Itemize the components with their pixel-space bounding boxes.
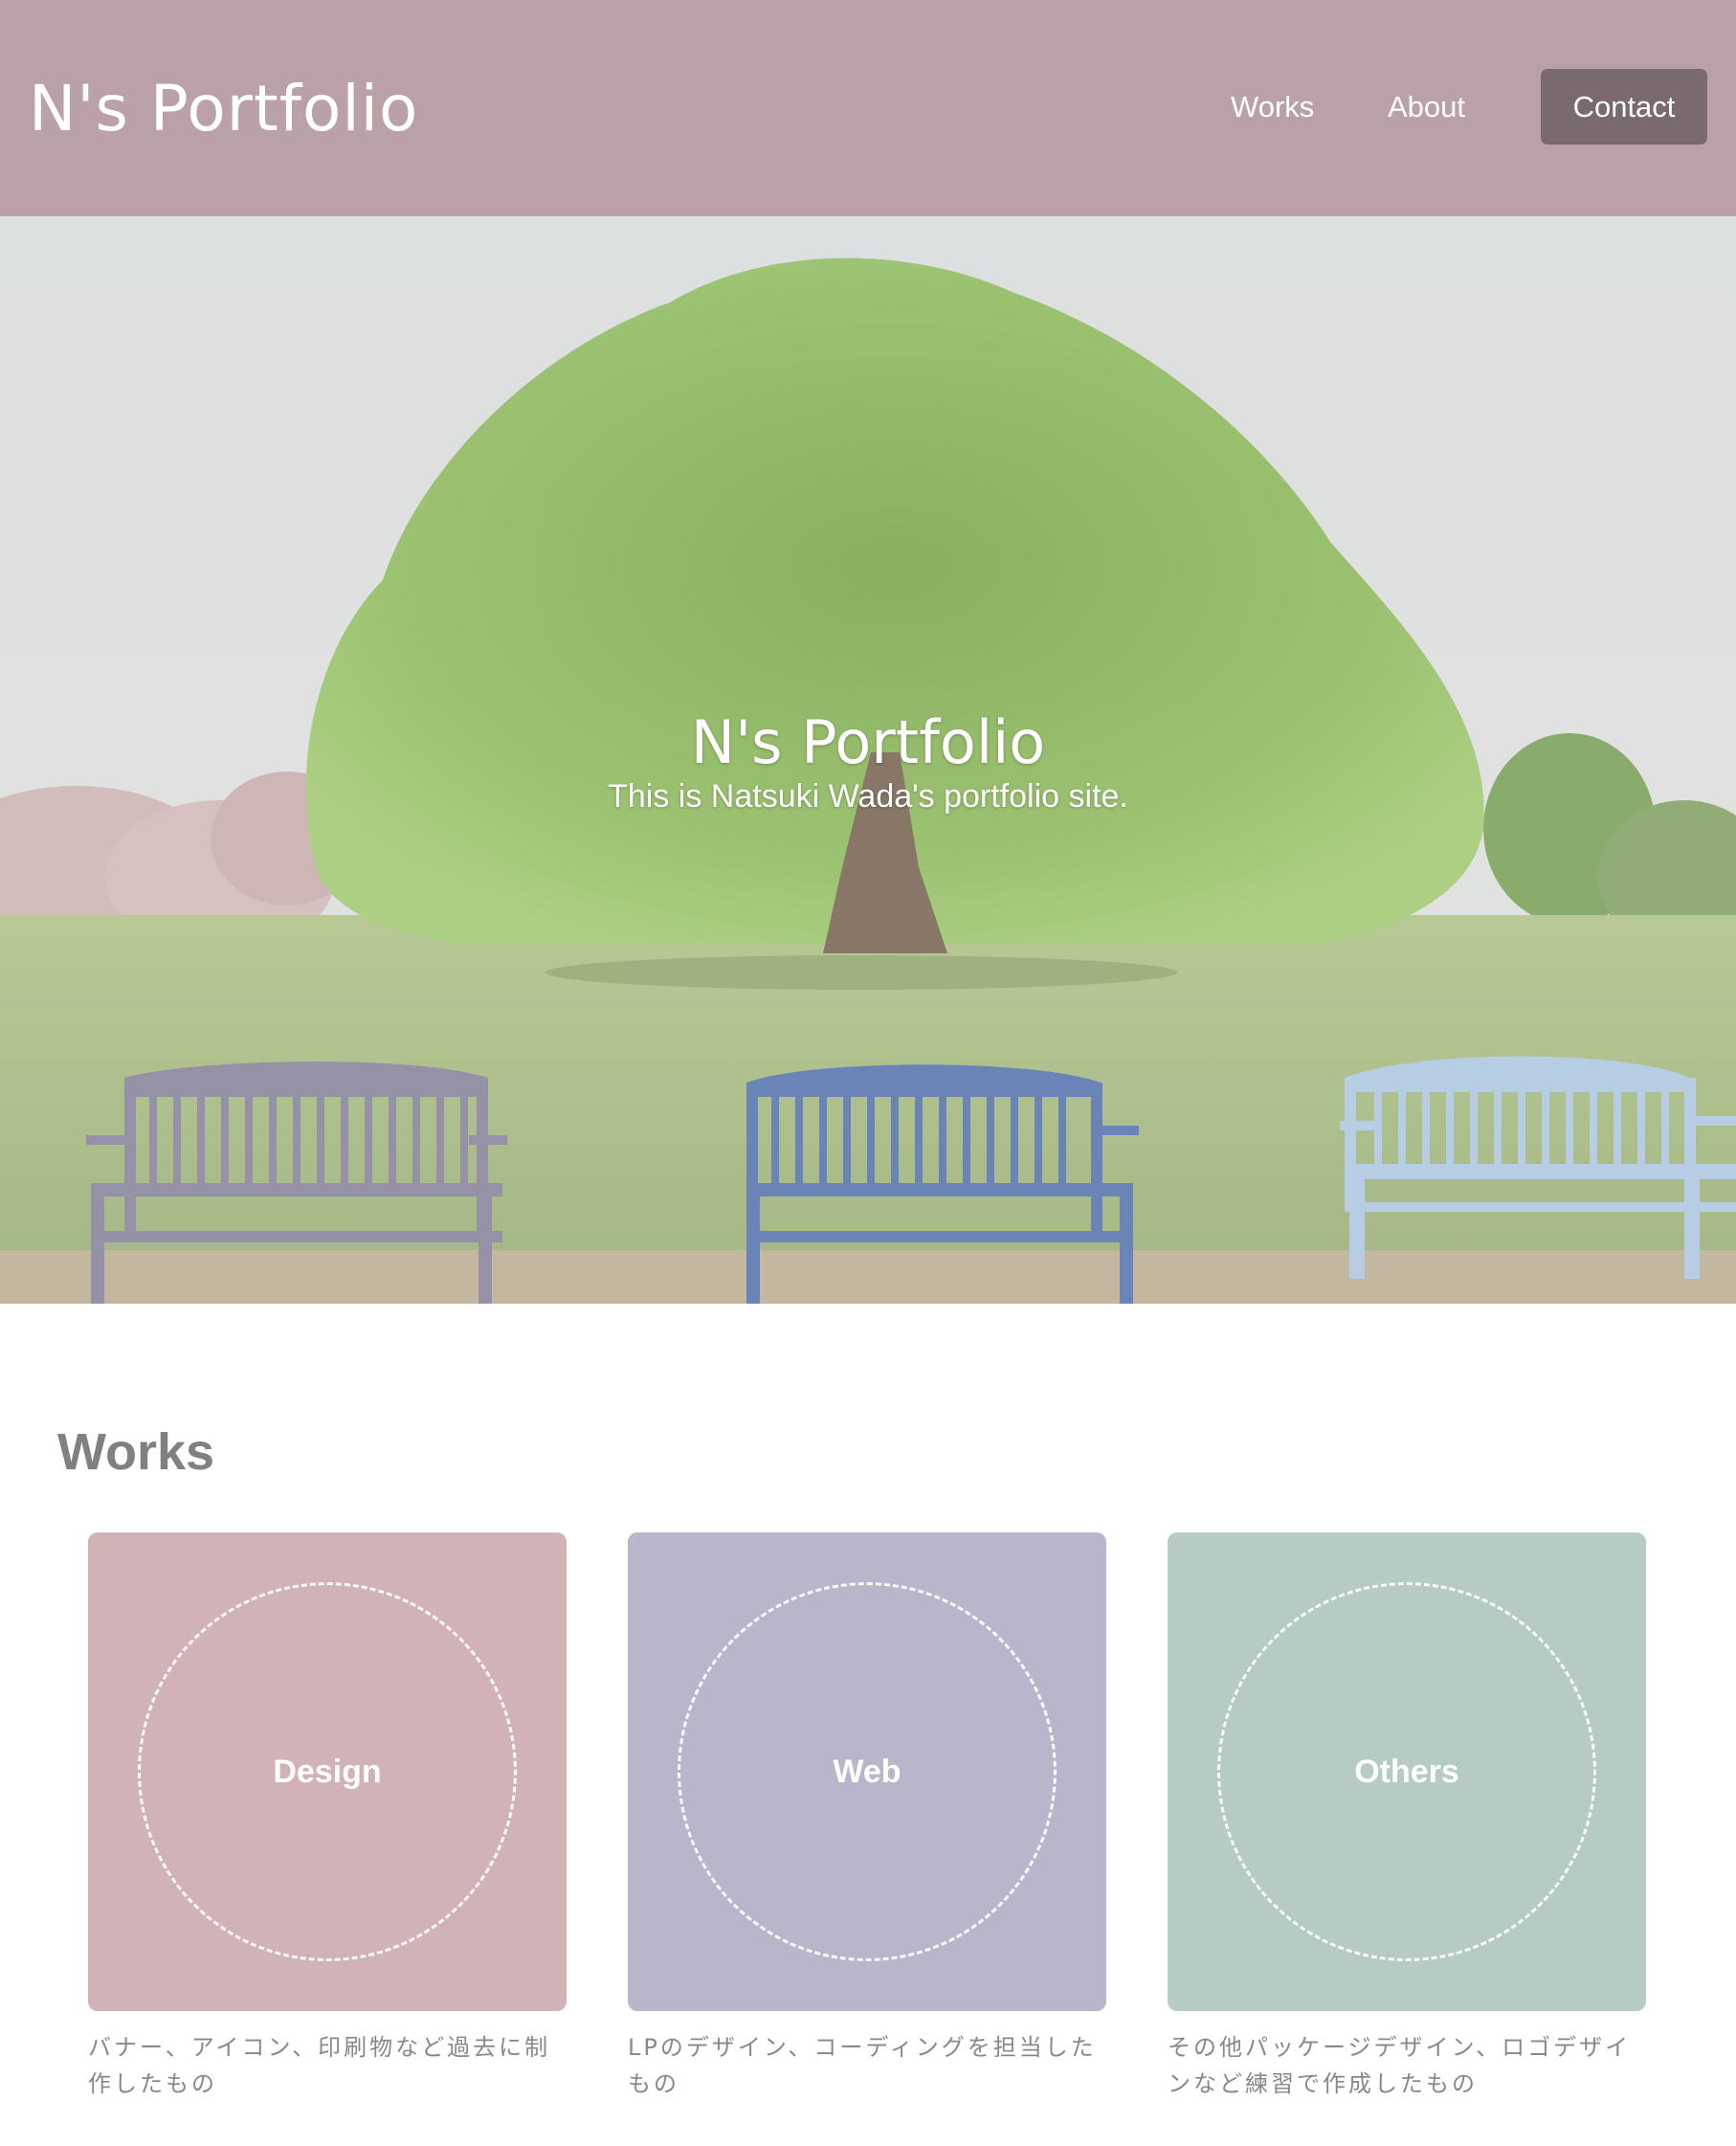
card-description: その他パッケージデザイン、ロゴデザインなど練習で作成したもの <box>1168 2034 1632 2097</box>
site-header: N's Portfolio Works About Contact <box>0 0 1736 216</box>
works-card-design[interactable]: Design <box>88 1532 567 2011</box>
card-description: LPのデザイン、コーディングを担当したもの <box>628 2034 1097 2097</box>
card-label: Design <box>273 1753 382 1790</box>
works-section-title: Works <box>57 1423 215 1481</box>
card-label: Web <box>833 1753 901 1790</box>
hero-title: N's Portfolio <box>690 707 1046 777</box>
card-label: Others <box>1354 1753 1459 1790</box>
nav-works-link[interactable]: Works <box>1231 86 1314 128</box>
works-card-others[interactable]: Others <box>1168 1532 1646 2011</box>
hero-subtitle: This is Natsuki Wada's portfolio site. <box>608 778 1128 815</box>
site-logo[interactable]: N's Portfolio <box>29 69 418 149</box>
card-description: バナー、アイコン、印刷物など過去に制作したもの <box>88 2034 551 2097</box>
nav-about-link[interactable]: About <box>1388 86 1465 128</box>
contact-button[interactable]: Contact <box>1541 69 1707 145</box>
works-card-web[interactable]: Web <box>628 1532 1106 2011</box>
hero-section: N's Portfolio This is Natsuki Wada's por… <box>0 216 1736 1304</box>
